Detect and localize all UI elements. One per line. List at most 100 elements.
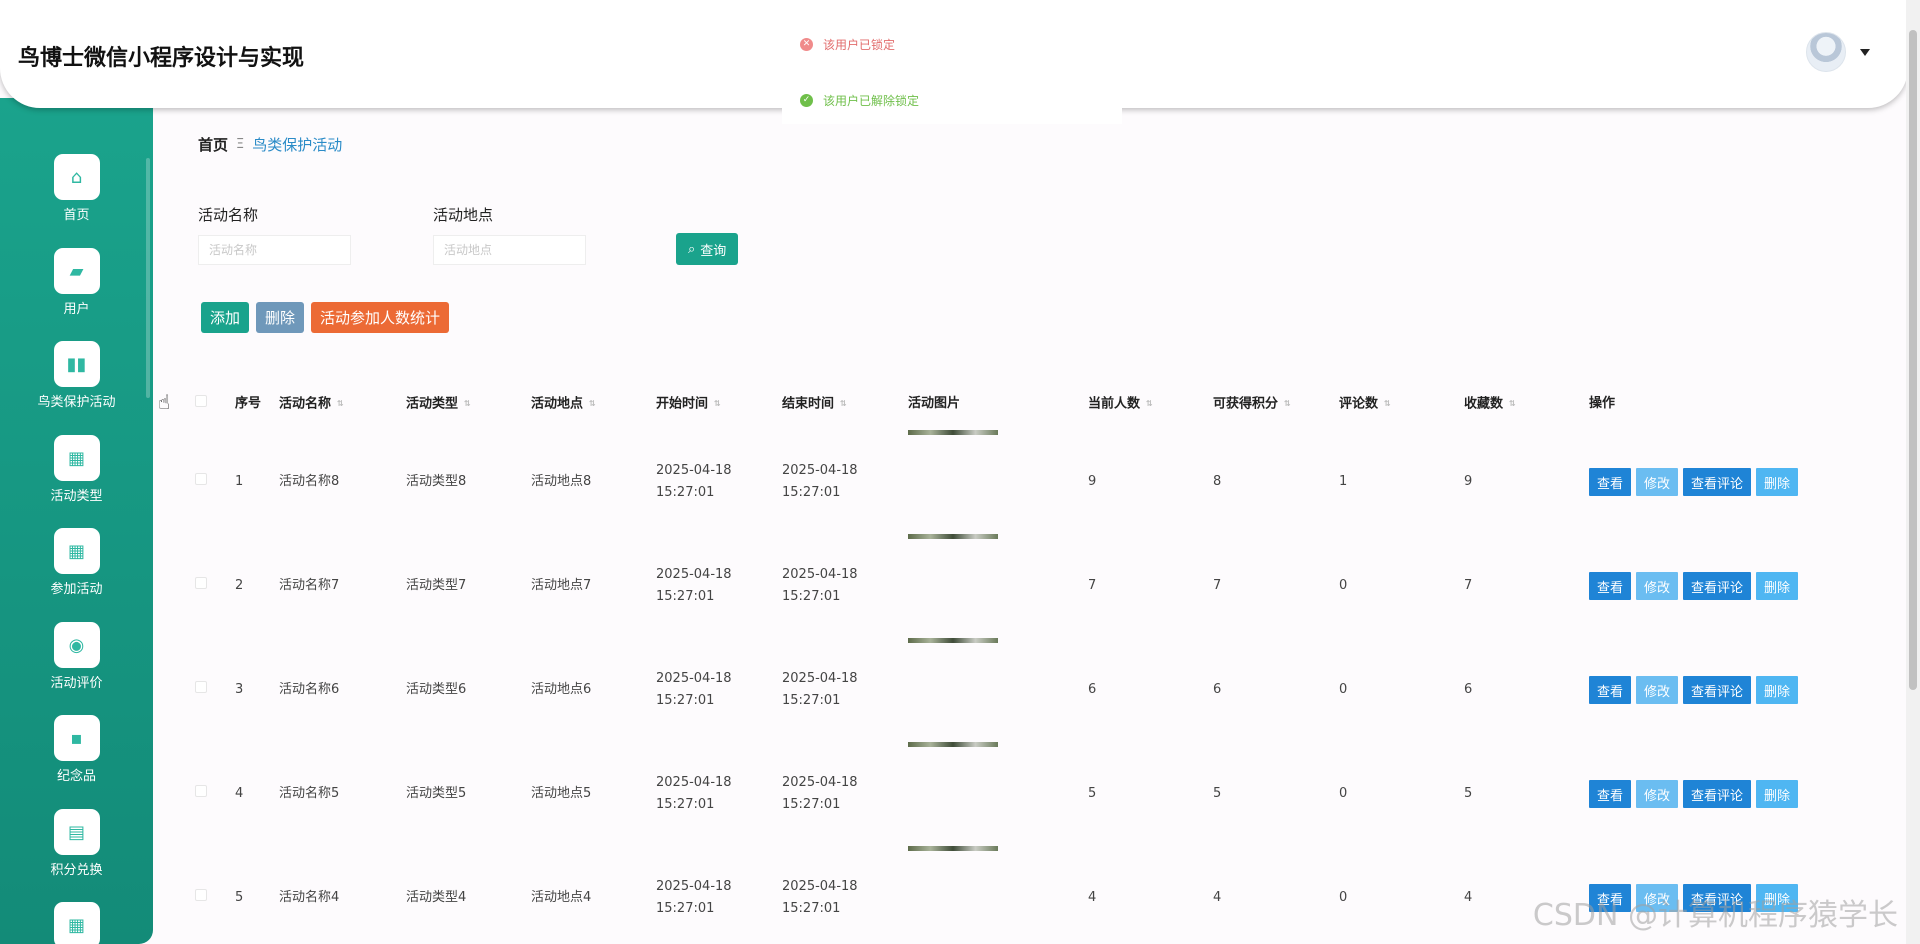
- header-type[interactable]: 活动类型 ⇅: [406, 393, 531, 416]
- header-favorites[interactable]: 收藏数 ⇅: [1464, 393, 1589, 416]
- view-button[interactable]: 查看: [1589, 572, 1632, 600]
- sort-icon[interactable]: ⇅: [1509, 393, 1516, 415]
- sidebar-item-more[interactable]: ▦: [0, 902, 153, 944]
- row-checkbox[interactable]: [195, 473, 207, 485]
- breadcrumb-current: 鸟类保护活动: [252, 136, 343, 154]
- view-comments-button[interactable]: 查看评论: [1683, 676, 1752, 704]
- header-name[interactable]: 活动名称 ⇅: [279, 393, 406, 416]
- table-row: 3 活动名称6 活动类型6 活动地点6 2025-04-18 15:27:01 2025-…: [195, 638, 1895, 742]
- cell-no: 4: [235, 786, 244, 801]
- sidebar-item-label: 参加活动: [50, 582, 103, 597]
- activity-name-input[interactable]: [198, 235, 351, 265]
- sidebar-item-activity-types[interactable]: ▦ 活动类型: [0, 435, 153, 504]
- user-menu[interactable]: [1806, 32, 1870, 72]
- header-start[interactable]: 开始时间 ⇅: [656, 393, 782, 416]
- header-location[interactable]: 活动地点 ⇅: [531, 393, 656, 416]
- sidebar-item-join-activity[interactable]: ▦ 参加活动: [0, 528, 153, 597]
- sort-icon[interactable]: ⇅: [1384, 393, 1391, 415]
- header-image: 活动图片: [908, 396, 961, 411]
- cell-no: 3: [235, 682, 244, 697]
- cell-end: 2025-04-18 15:27:01: [782, 463, 858, 500]
- page-scrollbar[interactable]: [1906, 0, 1920, 944]
- sidebar-item-activity-reviews[interactable]: ◉ 活动评价: [0, 622, 153, 691]
- row-checkbox[interactable]: [195, 577, 207, 589]
- cell-type: 活动类型7: [406, 578, 467, 593]
- sort-icon[interactable]: ⇅: [840, 393, 847, 415]
- view-comments-button[interactable]: 查看评论: [1683, 780, 1752, 808]
- sort-icon[interactable]: ⇅: [337, 393, 344, 415]
- notification-text: 该用户已锁定: [823, 37, 896, 52]
- cell-current: 4: [1088, 890, 1097, 905]
- sort-icon[interactable]: ⇅: [1146, 393, 1153, 415]
- cell-start: 2025-04-18 15:27:01: [656, 879, 732, 916]
- delete-button[interactable]: 删除: [1756, 780, 1799, 808]
- cell-points: 5: [1213, 786, 1222, 801]
- grid-icon: ▦: [53, 528, 100, 574]
- view-button[interactable]: 查看: [1589, 468, 1632, 496]
- view-button[interactable]: 查看: [1589, 676, 1632, 704]
- activity-image[interactable]: [908, 742, 998, 747]
- success-notification: ✓ 该用户已解除锁定: [782, 76, 1122, 124]
- sidebar-item-points-exchange[interactable]: ▤ 积分兑换: [0, 809, 153, 878]
- view-button[interactable]: 查看: [1589, 780, 1632, 808]
- notification-text: 该用户已解除锁定: [823, 93, 920, 108]
- chevron-down-icon[interactable]: [1860, 48, 1870, 56]
- sidebar-item-label: 活动类型: [50, 489, 103, 504]
- breadcrumb-home[interactable]: 首页: [198, 134, 228, 155]
- sidebar-item-home[interactable]: ⌂ 首页: [0, 154, 153, 223]
- sort-icon[interactable]: ⇅: [589, 393, 596, 415]
- scrollbar-thumb[interactable]: [1909, 30, 1917, 690]
- edit-button[interactable]: 修改: [1636, 468, 1679, 496]
- select-all-checkbox[interactable]: [195, 395, 207, 407]
- delete-button[interactable]: 删除: [1756, 572, 1799, 600]
- edit-button[interactable]: 修改: [1636, 676, 1679, 704]
- avatar[interactable]: [1806, 32, 1846, 72]
- sidebar-item-label: 纪念品: [56, 769, 96, 784]
- row-checkbox[interactable]: [195, 681, 207, 693]
- batch-delete-button[interactable]: 删除: [256, 302, 305, 333]
- sidebar-item-bird-activities[interactable]: ▮▮ 鸟类保护活动: [0, 341, 153, 410]
- cell-location: 活动地点8: [531, 474, 592, 489]
- table-row: 1 活动名称8 活动类型8 活动地点8 2025-04-18 15:27:01 2025-…: [195, 430, 1895, 534]
- row-actions: 查看 修改 查看评论 删除: [1589, 676, 1849, 704]
- activity-image[interactable]: [908, 430, 998, 435]
- activity-image[interactable]: [908, 534, 998, 539]
- sort-icon[interactable]: ⇅: [464, 393, 471, 415]
- sidebar-item-users[interactable]: ▰ 用户: [0, 248, 153, 317]
- row-checkbox[interactable]: [195, 889, 207, 901]
- delete-button[interactable]: 删除: [1756, 676, 1799, 704]
- name-field: 活动名称: [198, 204, 351, 265]
- view-comments-button[interactable]: 查看评论: [1683, 572, 1752, 600]
- sidebar-item-souvenirs[interactable]: ▪ 纪念品: [0, 715, 153, 784]
- header-comments[interactable]: 评论数 ⇅: [1339, 393, 1464, 416]
- activity-location-input[interactable]: [433, 235, 586, 265]
- cell-end: 2025-04-18 15:27:01: [782, 671, 858, 708]
- cell-name: 活动名称5: [279, 786, 340, 801]
- cell-start: 2025-04-18 15:27:01: [656, 671, 732, 708]
- stats-button[interactable]: 活动参加人数统计: [311, 302, 450, 333]
- sidebar-scrollbar[interactable]: [146, 158, 150, 398]
- cell-end: 2025-04-18 15:27:01: [782, 567, 858, 604]
- activity-image[interactable]: [908, 638, 998, 643]
- cell-location: 活动地点6: [531, 682, 592, 697]
- grid-icon: ▦: [53, 902, 100, 944]
- sort-icon[interactable]: ⇅: [714, 393, 721, 415]
- sort-icon[interactable]: ⇅: [1284, 393, 1291, 415]
- edit-button[interactable]: 修改: [1636, 572, 1679, 600]
- notifications: ✕ 该用户已锁定 ✓ 该用户已解除锁定: [782, 20, 1122, 132]
- activity-image[interactable]: [908, 846, 998, 851]
- delete-button[interactable]: 删除: [1756, 468, 1799, 496]
- view-comments-button[interactable]: 查看评论: [1683, 468, 1752, 496]
- add-button[interactable]: 添加: [201, 302, 250, 333]
- header-points[interactable]: 可获得积分 ⇅: [1213, 393, 1339, 416]
- row-checkbox[interactable]: [195, 785, 207, 797]
- table-row: 4 活动名称5 活动类型5 活动地点5 2025-04-18 15:27:01 2025-…: [195, 742, 1895, 846]
- cell-comments: 0: [1339, 786, 1348, 801]
- header-current[interactable]: 当前人数 ⇅: [1088, 393, 1213, 416]
- name-label: 活动名称: [198, 206, 259, 224]
- sidebar: ⌂ 首页 ▰ 用户 ▮▮ 鸟类保护活动 ▦ 活动类型 ▦ 参加活动 ◉ 活动评价…: [0, 98, 153, 944]
- search-button[interactable]: ⌕ 查询: [676, 233, 739, 265]
- header-end[interactable]: 结束时间 ⇅: [782, 393, 908, 416]
- edit-button[interactable]: 修改: [1636, 780, 1679, 808]
- sidebar-item-label: 首页: [63, 208, 90, 223]
